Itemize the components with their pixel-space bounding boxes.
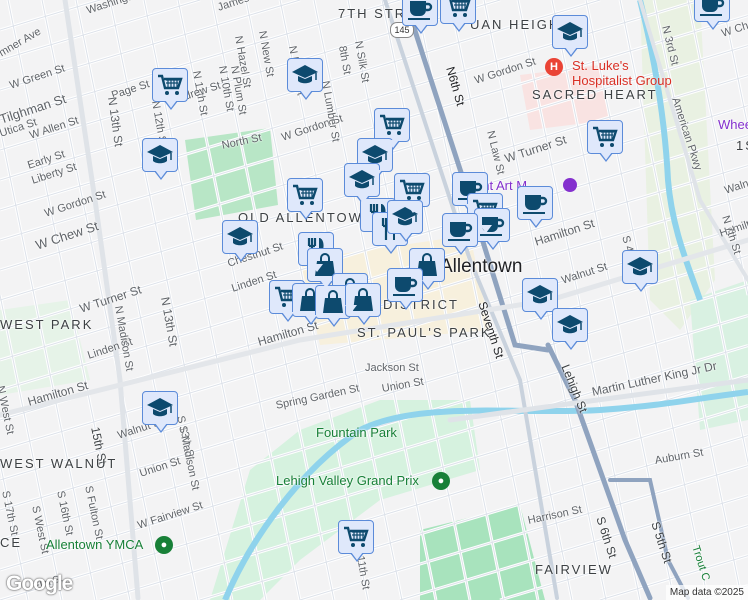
map-marker-cup[interactable] bbox=[442, 213, 478, 255]
graduation-cap-icon bbox=[147, 145, 173, 164]
map-attribution[interactable]: Map data ©2025 bbox=[665, 585, 748, 600]
cup-icon bbox=[523, 195, 548, 214]
cup-icon bbox=[448, 222, 473, 241]
park-area bbox=[420, 505, 545, 600]
map-marker-graduation-cap[interactable] bbox=[222, 220, 258, 262]
graduation-cap-icon bbox=[557, 22, 583, 41]
cart-icon bbox=[344, 526, 369, 547]
map-marker-graduation-cap[interactable] bbox=[552, 15, 588, 57]
wheel-poi-label[interactable]: Whee bbox=[718, 117, 748, 132]
cup-icon bbox=[408, 1, 433, 20]
neighborhood-label: WEST PARK bbox=[0, 317, 94, 332]
map-marker-cart[interactable] bbox=[338, 520, 374, 562]
cup-icon bbox=[700, 0, 725, 16]
map-marker-graduation-cap[interactable] bbox=[287, 58, 323, 100]
neighborhood-label: CE bbox=[0, 535, 23, 550]
city-label: Allentown bbox=[440, 256, 523, 277]
highway-s5th-st bbox=[608, 478, 690, 600]
graduation-cap-icon bbox=[557, 315, 583, 334]
map-marker-cart[interactable] bbox=[287, 178, 323, 220]
map-marker-cup[interactable] bbox=[402, 0, 438, 34]
map-marker-graduation-cap[interactable] bbox=[344, 163, 380, 205]
hospital-name-line2: Hospitalist Group bbox=[572, 73, 672, 88]
cart-icon bbox=[380, 114, 405, 135]
map-marker-graduation-cap[interactable] bbox=[622, 250, 658, 292]
map-marker-graduation-cap[interactable] bbox=[552, 308, 588, 350]
map-marker-cart[interactable] bbox=[152, 68, 188, 110]
map-marker-cup[interactable] bbox=[517, 186, 553, 228]
cart-icon bbox=[158, 74, 183, 95]
map-marker-cart[interactable] bbox=[440, 0, 476, 32]
neighborhood-label: 7TH STR bbox=[338, 6, 407, 21]
neighborhood-label: WEST WALNUT bbox=[0, 456, 118, 471]
neighborhood-label: SACRED HEART bbox=[532, 87, 658, 102]
neighborhood-label: 1S bbox=[736, 138, 748, 153]
graduation-cap-icon bbox=[227, 227, 253, 246]
hospital-icon[interactable]: H bbox=[545, 58, 563, 76]
ymca-pin-icon[interactable]: ● bbox=[155, 536, 173, 554]
museum-icon[interactable] bbox=[563, 178, 577, 192]
graduation-cap-icon bbox=[527, 285, 553, 304]
map-marker-graduation-cap[interactable] bbox=[522, 278, 558, 320]
neighborhood-label: FAIRVIEW bbox=[535, 562, 613, 577]
map-marker-cart[interactable] bbox=[587, 120, 623, 162]
graduation-cap-icon bbox=[147, 398, 173, 417]
graduation-cap-icon bbox=[292, 65, 318, 84]
map-marker-cup[interactable] bbox=[694, 0, 730, 30]
hospital-name-line1: St. Luke's bbox=[572, 58, 629, 73]
grand-prix-pin-icon[interactable]: ● bbox=[432, 472, 450, 490]
map-marker-cup[interactable] bbox=[387, 268, 423, 310]
graduation-cap-icon bbox=[627, 257, 653, 276]
cart-icon bbox=[449, 0, 471, 17]
map-marker-graduation-cap[interactable] bbox=[142, 391, 178, 433]
grand-prix-label[interactable]: Lehigh Valley Grand Prix bbox=[276, 473, 419, 488]
cup-icon bbox=[393, 277, 418, 296]
cart-icon bbox=[593, 126, 618, 147]
ymca-label[interactable]: Allentown YMCA bbox=[46, 537, 143, 552]
neighborhood-label: ST. PAUL'S PARK bbox=[357, 325, 492, 340]
hospital-label[interactable]: St. Luke's Hospitalist Group bbox=[572, 58, 672, 88]
google-logo: Google bbox=[6, 572, 73, 595]
fountain-park-label[interactable]: Fountain Park bbox=[316, 425, 397, 440]
map-canvas[interactable]: Washington St James St mner Ave W Green … bbox=[0, 0, 748, 600]
map-marker-cart[interactable] bbox=[374, 108, 410, 150]
map-marker-graduation-cap[interactable] bbox=[142, 138, 178, 180]
street-label: Jackson St bbox=[365, 362, 419, 374]
shopping-bag-icon bbox=[323, 290, 343, 313]
cart-icon bbox=[293, 184, 318, 205]
